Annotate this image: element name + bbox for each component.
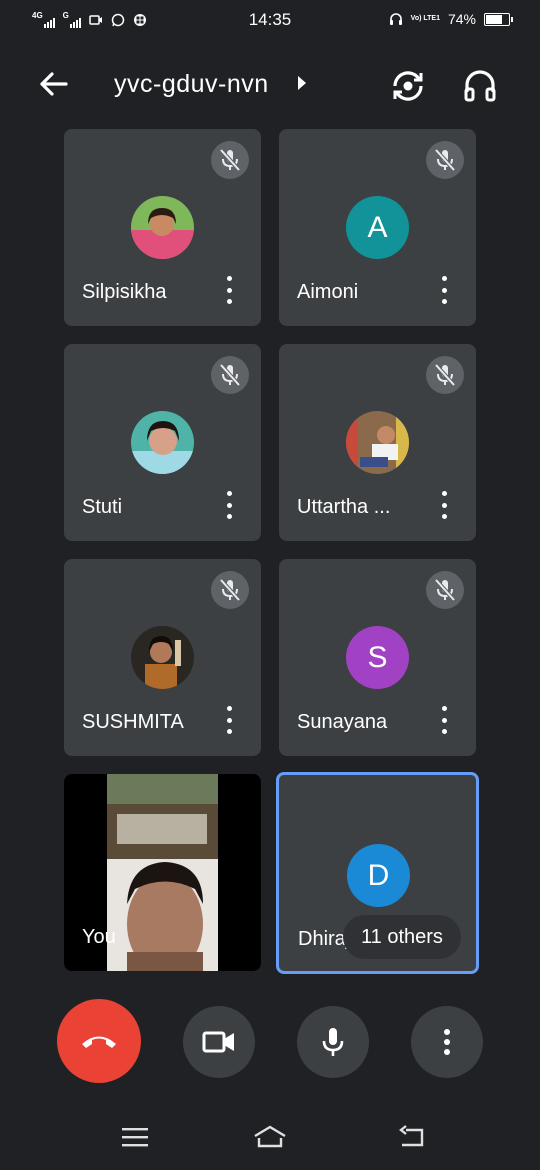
status-bar: 4G G 14:35 Vo) LTE1 74% [0,0,540,42]
audio-output-button[interactable] [460,66,500,106]
call-end-icon [82,1036,116,1048]
participant-tile[interactable]: A Aimoni [279,129,476,326]
home-button[interactable] [250,1122,290,1152]
videocam-icon [202,1031,234,1053]
participant-tile[interactable]: Stuti [64,344,261,541]
self-video [107,774,218,971]
mic-off-icon [426,571,464,609]
volte-label: Vo) LTE1 [410,15,440,22]
participant-name: Stuti [82,496,123,518]
more-vert-icon[interactable] [436,276,452,304]
more-vert-icon[interactable] [436,491,452,519]
back-arrow-icon [40,72,68,96]
meeting-header: yvc-gduv-nvn [0,56,540,112]
avatar-initial: D [367,858,390,892]
avatar [131,411,194,474]
more-vert-icon[interactable] [221,706,237,734]
avatar [346,411,409,474]
avatar-initial: S [367,640,388,674]
participant-name: Uttartha ... [297,496,391,518]
participant-name: Silpisikha [82,281,167,303]
avatar: D [347,844,410,907]
more-vert-icon[interactable] [221,491,237,519]
menu-icon [122,1128,148,1147]
headset-status-icon [389,13,402,25]
battery-percent: 74% [447,11,476,27]
meeting-info-caret-icon[interactable] [298,76,306,90]
back-button[interactable] [34,66,74,102]
avatar: A [346,196,409,259]
status-right: Vo) LTE1 74% [389,11,513,27]
mic-off-icon [211,356,249,394]
more-vert-icon[interactable] [436,706,452,734]
participant-tile[interactable]: Uttartha ... [279,344,476,541]
others-chip[interactable]: 11 others [343,915,461,959]
avatar: S [346,626,409,689]
more-vert-icon[interactable] [221,276,237,304]
back-icon [399,1125,424,1147]
end-call-button[interactable] [57,999,141,1083]
home-icon [254,1125,286,1148]
more-options-button[interactable] [411,1006,483,1078]
avatar [131,196,194,259]
back-nav-button[interactable] [391,1122,431,1152]
mic-off-icon [426,141,464,179]
camera-toggle-button[interactable] [183,1006,255,1078]
participant-tile[interactable]: Silpisikha [64,129,261,326]
battery-icon [484,12,513,26]
participant-tile[interactable]: S Sunayana [279,559,476,756]
mic-off-icon [426,356,464,394]
avatar-initial: A [367,210,388,244]
self-name: You [82,926,116,948]
menu-button[interactable] [115,1122,155,1152]
switch-camera-icon [393,71,423,101]
mic-icon [322,1028,344,1056]
avatar [131,626,194,689]
self-view-tile[interactable]: You [64,774,261,971]
participant-tile[interactable]: SUSHMITA [64,559,261,756]
more-vert-icon [444,1029,450,1055]
mic-toggle-button[interactable] [297,1006,369,1078]
meeting-code[interactable]: yvc-gduv-nvn [114,70,269,99]
participant-name: SUSHMITA [82,711,184,733]
mic-off-icon [211,571,249,609]
system-nav-bar [0,1104,540,1170]
mic-off-icon [211,141,249,179]
headphones-icon [464,70,496,102]
active-speaker-tile[interactable]: D Dhiraj 11 others [276,772,479,974]
switch-camera-button[interactable] [388,66,428,106]
participant-name: Aimoni [297,281,359,303]
participant-name: Sunayana [297,711,388,733]
